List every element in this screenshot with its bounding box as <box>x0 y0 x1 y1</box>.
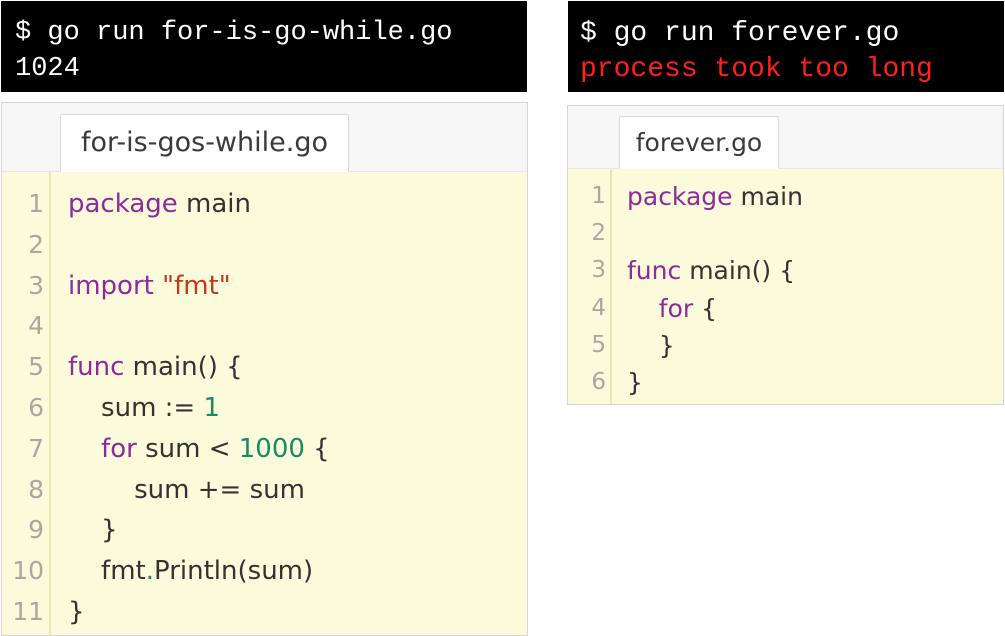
keyword: package <box>627 182 733 211</box>
line-number: 3 <box>591 257 606 284</box>
code-line: func main() { <box>627 252 1003 289</box>
code-line: } <box>68 592 527 633</box>
keyword: import <box>68 270 154 301</box>
terminal-left: $ go run for-is-go-while.go 1024 <box>1 1 527 92</box>
code-text: } <box>627 367 643 397</box>
code-text: Println(sum) <box>154 556 314 587</box>
code-text: sum := <box>68 392 204 423</box>
line-number: 8 <box>28 474 44 504</box>
line-number: 5 <box>591 331 606 358</box>
code-text: } <box>627 330 675 360</box>
code-area[interactable]: package main import "fmt" func main() { … <box>58 172 527 635</box>
terminal-command: $ go run for-is-go-while.go <box>15 18 453 48</box>
code-editor-right: forever.go 1 2 3 4 5 6 package main func… <box>567 105 1004 405</box>
code-text: } <box>68 596 85 627</box>
code-line: sum += sum <box>68 470 527 511</box>
line-number: 1 <box>28 189 44 218</box>
code-text: main <box>732 182 803 211</box>
line-number: 9 <box>28 515 44 545</box>
line-number-gutter: 1 2 3 4 5 6 7 8 9 10 11 <box>2 172 51 635</box>
code-text: { <box>304 433 330 464</box>
line-number: 2 <box>28 229 44 259</box>
code-line: fmt.Println(sum) <box>68 551 527 592</box>
line-number: 11 <box>12 596 44 626</box>
code-text: sum += sum <box>68 474 305 505</box>
tab-bar: for-is-gos-while.go <box>2 103 527 172</box>
code-text: { <box>693 293 718 323</box>
line-number: 5 <box>28 352 44 382</box>
line-number: 4 <box>28 311 44 341</box>
code-line: import "fmt" <box>68 266 527 307</box>
line-number: 7 <box>28 433 44 463</box>
keyword: for <box>658 293 694 323</box>
string-literal: "fmt" <box>162 270 231 301</box>
line-number: 6 <box>28 392 44 422</box>
line-number-gutter: 1 2 3 4 5 6 <box>568 169 612 404</box>
code-text: . <box>145 556 154 587</box>
terminal-output: 1024 <box>15 54 80 84</box>
terminal-command: $ go run forever.go <box>580 18 900 49</box>
file-tab[interactable]: for-is-gos-while.go <box>60 114 349 172</box>
code-line: package main <box>627 178 1003 215</box>
code-text: sum < <box>136 433 239 464</box>
line-number: 4 <box>591 294 606 321</box>
code-line: } <box>627 327 1003 364</box>
terminal-right: $ go run forever.go process took too lon… <box>568 1 1004 92</box>
code-line: func main() { <box>68 347 527 388</box>
keyword: for <box>101 433 137 464</box>
code-line: for { <box>627 290 1003 327</box>
line-number: 10 <box>12 556 44 586</box>
line-number: 2 <box>591 220 606 247</box>
code-editor-left: for-is-gos-while.go 1 2 3 4 5 6 7 8 9 10… <box>1 102 528 636</box>
code-area[interactable]: package main func main() { for { } } <box>618 169 1003 404</box>
line-number: 3 <box>28 270 44 300</box>
line-number: 6 <box>591 368 606 395</box>
code-text: main() { <box>681 256 796 286</box>
code-text: main <box>177 189 251 219</box>
keyword: func <box>68 352 125 383</box>
code-line: } <box>68 510 527 551</box>
tab-bar: forever.go <box>568 106 1003 169</box>
code-text: } <box>68 515 118 546</box>
code-line: sum := 1 <box>68 388 527 429</box>
code-line: for sum < 1000 { <box>68 429 527 470</box>
code-line: package main <box>68 184 527 225</box>
keyword: func <box>627 256 682 286</box>
file-tab[interactable]: forever.go <box>619 116 779 169</box>
code-line: } <box>627 364 1003 401</box>
number-literal: 1 <box>203 392 221 423</box>
code-text: main() { <box>124 352 243 383</box>
number-literal: 1000 <box>238 433 305 464</box>
terminal-error-output: process took too long <box>580 54 933 85</box>
keyword: package <box>68 189 178 219</box>
line-number: 1 <box>591 183 606 209</box>
code-text: fmt <box>68 556 146 587</box>
